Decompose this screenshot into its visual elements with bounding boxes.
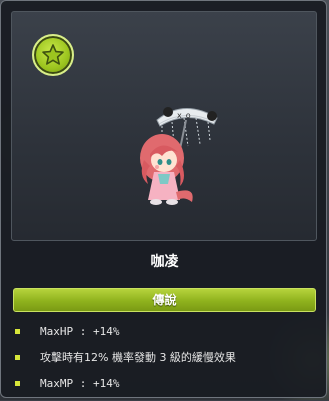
stat-line: MaxHP : +14%	[15, 323, 315, 349]
bullet-icon	[15, 329, 20, 334]
star-icon	[32, 34, 74, 76]
stat-text: 攻擊時有12% 機率發動 3 級的緩慢效果	[40, 351, 236, 364]
potential-grade-label: 傳說	[13, 288, 316, 312]
stat-text: MaxMP : +14%	[40, 377, 120, 390]
stat-text: MaxHP : +14%	[40, 325, 120, 338]
bullet-icon	[15, 381, 20, 386]
character-preview-panel: x_o	[11, 11, 317, 241]
potential-stats-list: MaxHP : +14% 攻擊時有12% 機率發動 3 級的緩慢效果 MaxMP…	[15, 323, 315, 401]
stat-line: 攻擊時有12% 機率發動 3 級的緩慢效果	[15, 349, 315, 375]
bullet-icon	[15, 355, 20, 360]
item-name: 咖凌	[150, 254, 179, 270]
item-tooltip: x_o 咖凌 傳說 MaxHP: +14% 攻擊時有12% 機率發動 3 級的…	[0, 0, 327, 398]
stat-line: MaxMP : +14%	[15, 375, 315, 401]
android-character-sprite: x_o	[140, 107, 218, 205]
